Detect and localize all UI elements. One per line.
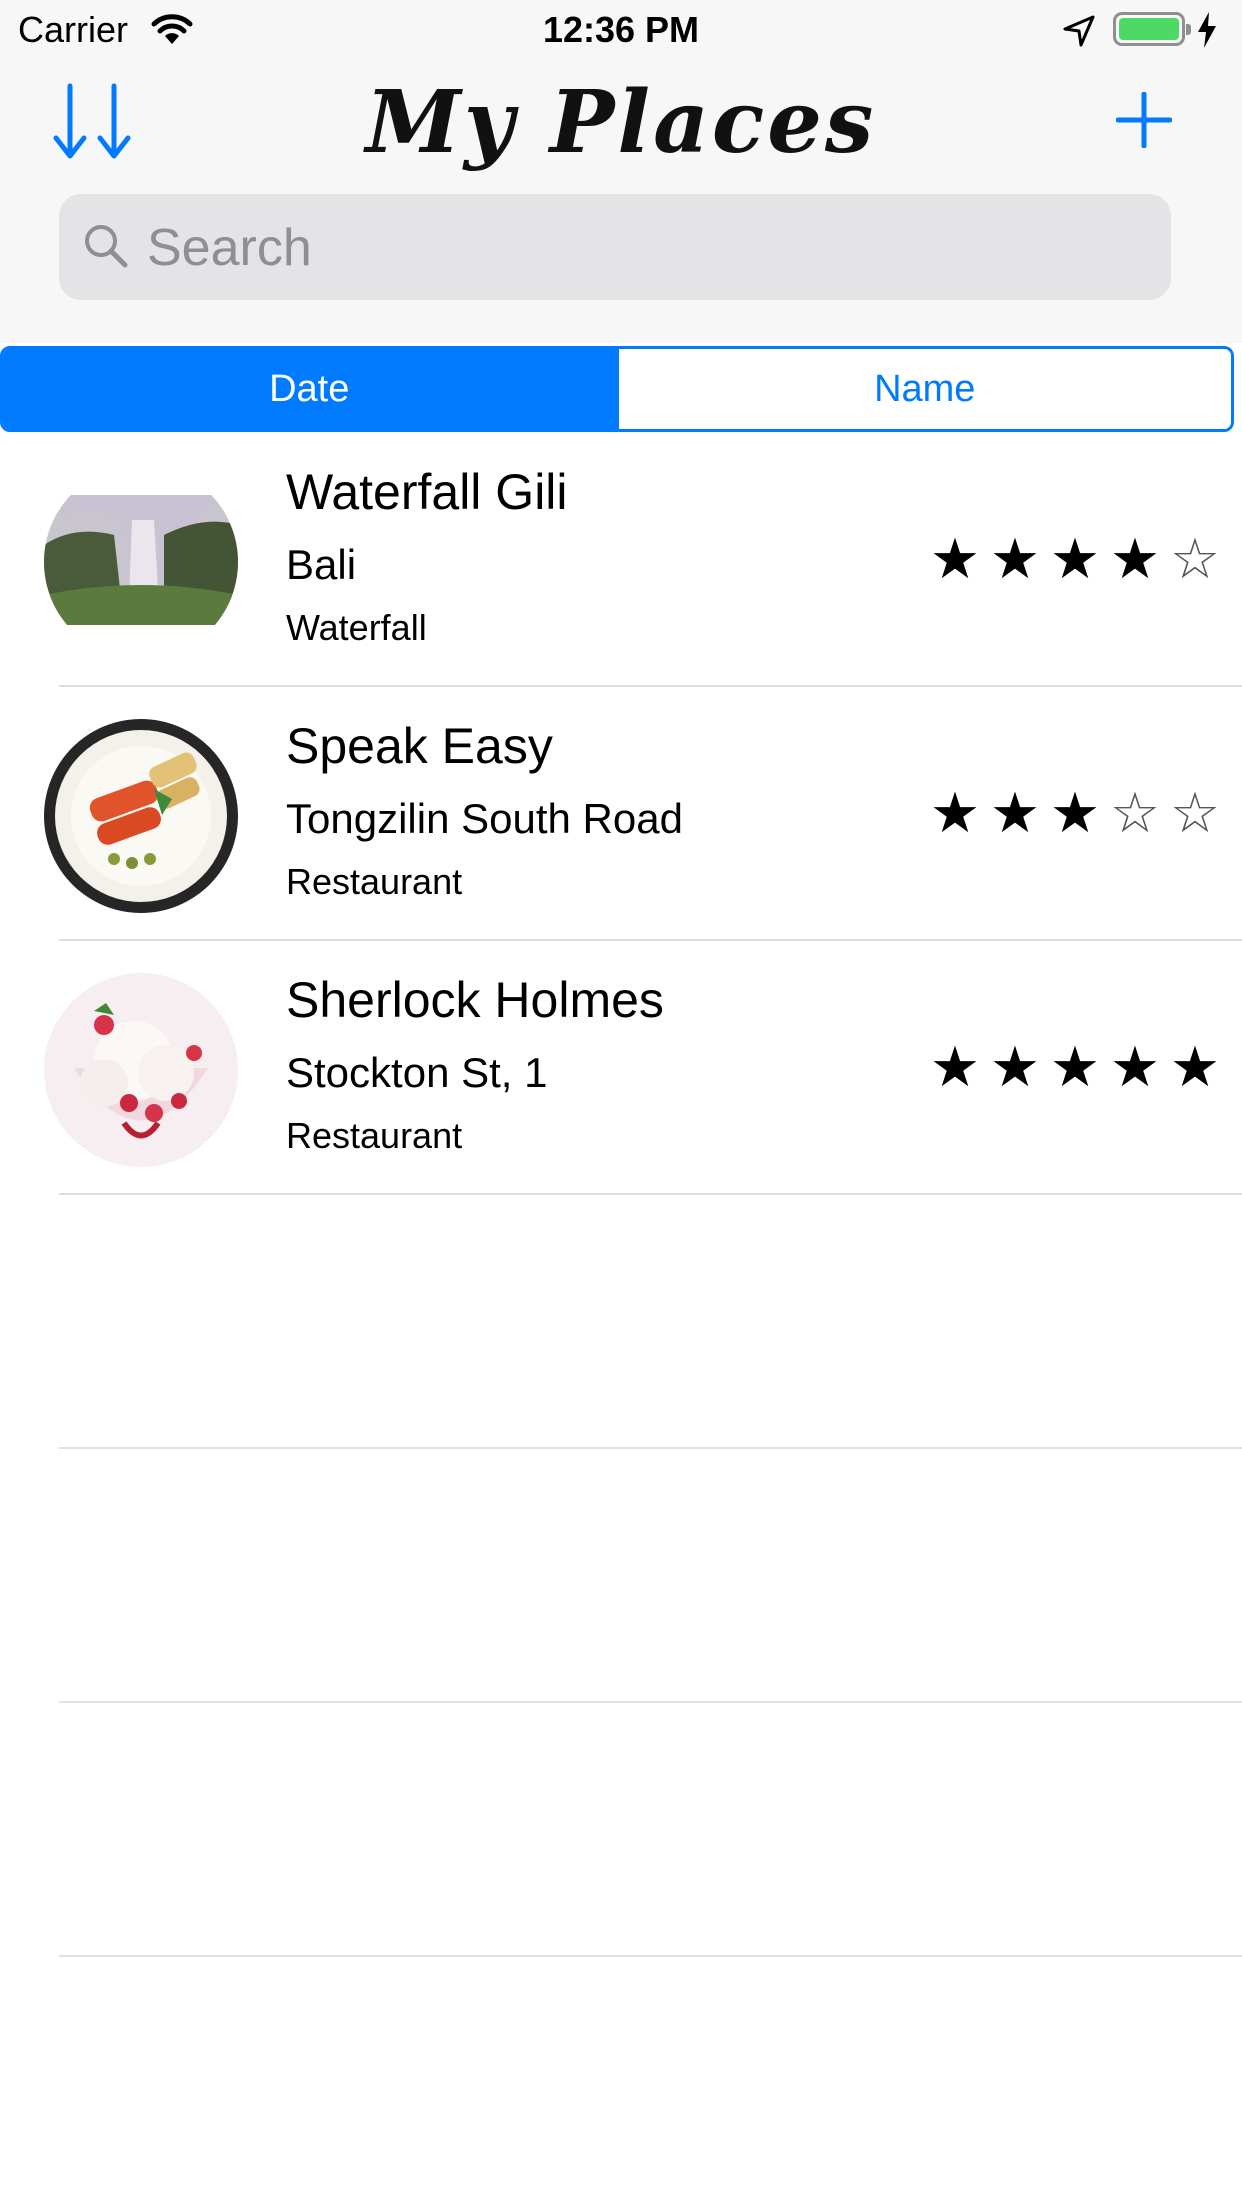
food-plate-photo	[44, 719, 238, 913]
status-bar: Carrier 12:36 PM	[0, 0, 1242, 60]
star-filled-icon: ★	[929, 1035, 981, 1098]
rating-stars: ★ ★ ★ ★ ☆	[925, 531, 1225, 587]
top-bar: Carrier 12:36 PM My Places Search	[0, 0, 1242, 343]
star-empty-icon: ☆	[1169, 781, 1221, 844]
segment-date[interactable]: Date	[3, 349, 616, 429]
charging-bolt-icon	[1196, 12, 1218, 53]
place-row[interactable]: Speak Easy Tongzilin South Road Restaura…	[0, 687, 1242, 941]
star-filled-icon: ★	[1049, 527, 1101, 590]
empty-row	[0, 1703, 1242, 1957]
star-filled-icon: ★	[929, 781, 981, 844]
search-icon	[81, 221, 131, 276]
empty-row	[0, 1449, 1242, 1703]
segment-name[interactable]: Name	[615, 349, 1231, 429]
place-location: Stockton St, 1	[286, 1049, 548, 1096]
search-input[interactable]: Search	[59, 194, 1171, 300]
place-row[interactable]: Waterfall Gili Bali Waterfall ★ ★ ★ ★ ☆	[0, 433, 1242, 687]
place-name: Speak Easy	[286, 718, 553, 774]
location-arrow-icon	[1062, 14, 1096, 53]
star-filled-icon: ★	[989, 1035, 1041, 1098]
navigation-bar: My Places	[0, 62, 1242, 192]
rating-stars: ★ ★ ★ ☆ ☆	[925, 785, 1225, 841]
place-name: Waterfall Gili	[286, 464, 568, 520]
place-location: Bali	[286, 541, 357, 588]
place-type: Restaurant	[286, 861, 463, 902]
star-empty-icon: ☆	[1109, 781, 1161, 844]
star-filled-icon: ★	[989, 781, 1041, 844]
star-filled-icon: ★	[1049, 781, 1101, 844]
rating-stars: ★ ★ ★ ★ ★	[925, 1039, 1225, 1095]
star-filled-icon: ★	[1049, 1035, 1101, 1098]
waterfall-photo	[44, 465, 238, 659]
clock: 12:36 PM	[542, 9, 700, 50]
search-placeholder: Search	[147, 219, 312, 277]
plus-icon[interactable]	[1115, 91, 1173, 153]
battery-icon	[1113, 12, 1191, 46]
place-row[interactable]: Sherlock Holmes Stockton St, 1 Restauran…	[0, 941, 1242, 1195]
place-type: Waterfall	[286, 607, 427, 648]
star-filled-icon: ★	[1109, 527, 1161, 590]
row-divider	[59, 1955, 1242, 1957]
places-list: Waterfall Gili Bali Waterfall ★ ★ ★ ★ ☆ Spea…	[0, 433, 1242, 1957]
place-type: Restaurant	[286, 1115, 463, 1156]
sort-segmented-control: Date Name	[0, 346, 1234, 432]
empty-row	[0, 1195, 1242, 1449]
place-name: Sherlock Holmes	[286, 972, 664, 1028]
star-filled-icon: ★	[989, 527, 1041, 590]
star-empty-icon: ☆	[1169, 527, 1221, 590]
star-filled-icon: ★	[1169, 1035, 1221, 1098]
star-filled-icon: ★	[1109, 1035, 1161, 1098]
page-title: My Places	[365, 72, 877, 173]
star-filled-icon: ★	[929, 527, 981, 590]
place-location: Tongzilin South Road	[286, 795, 683, 842]
dessert-photo	[44, 973, 238, 1167]
